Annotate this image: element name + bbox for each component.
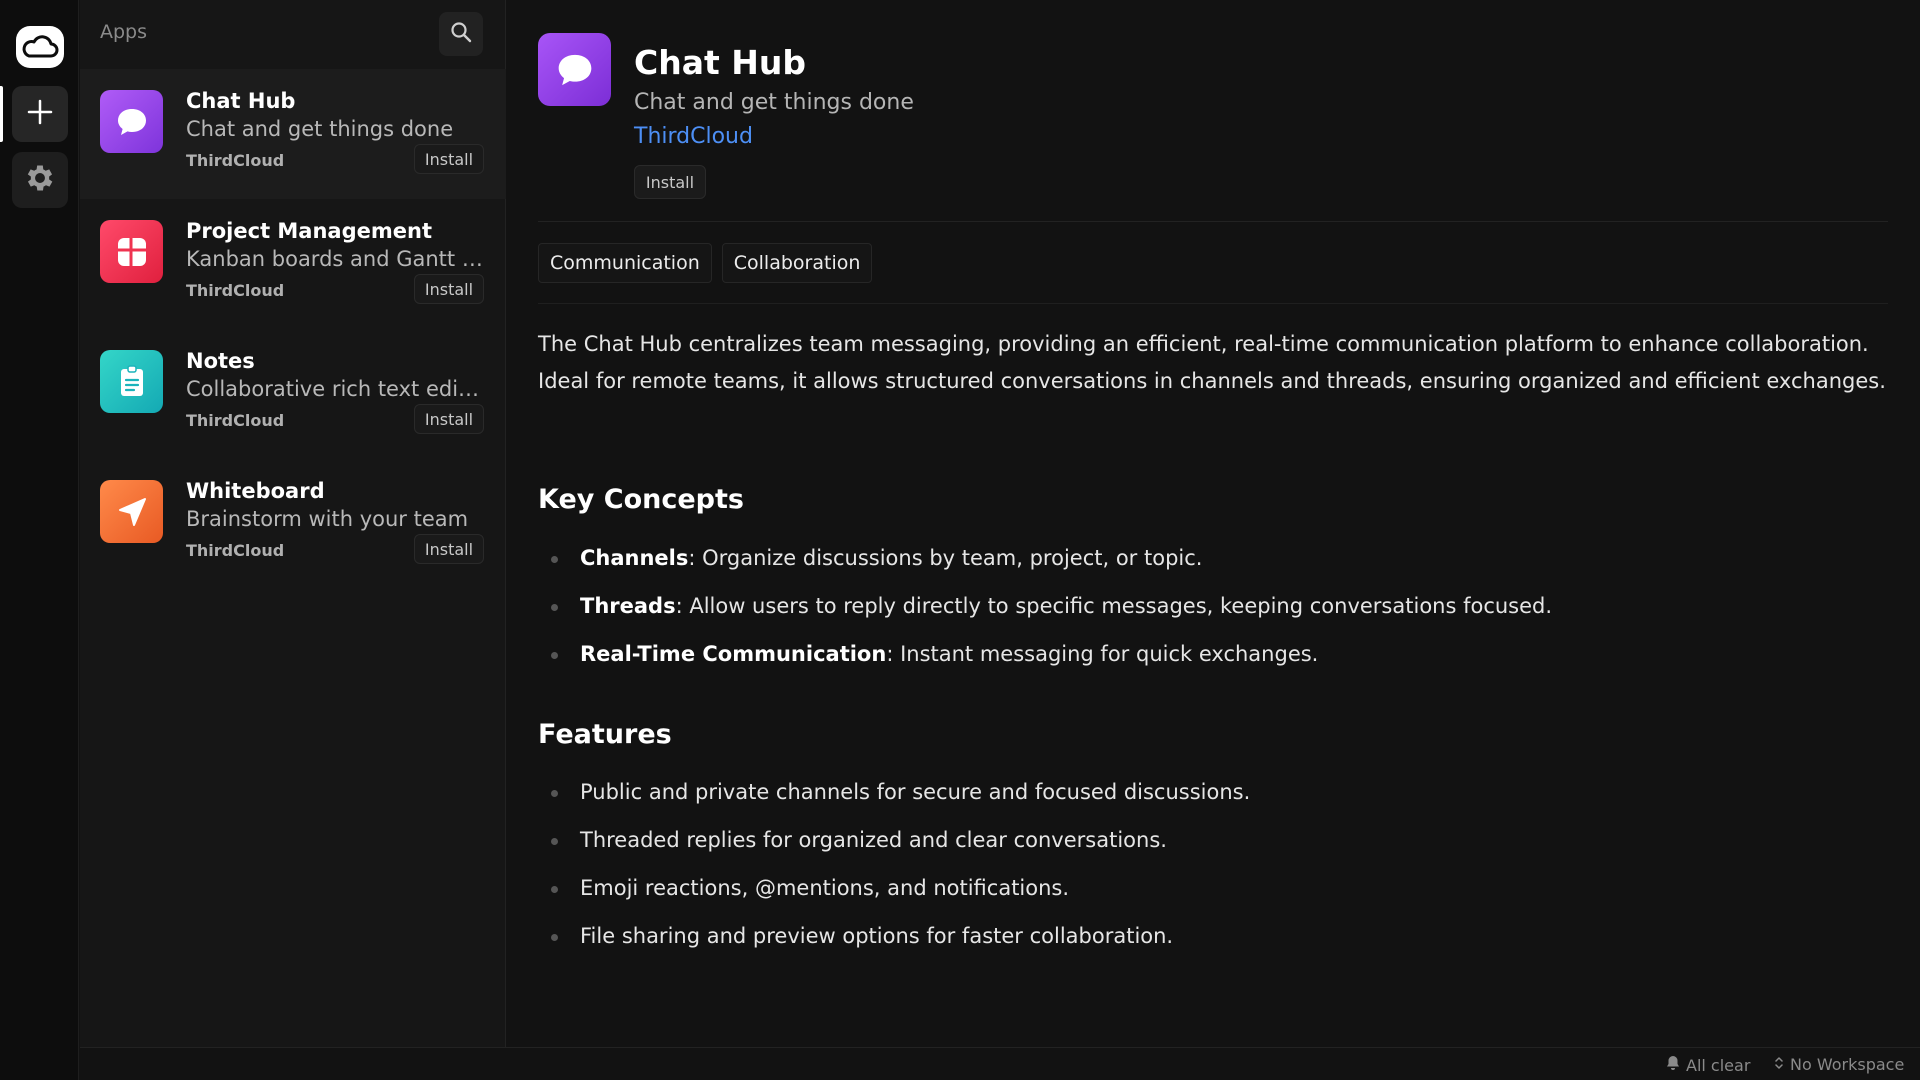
workspace-selector[interactable]: No Workspace: [1774, 1055, 1904, 1074]
list-item: Channels: Organize discussions by team, …: [538, 543, 1888, 591]
concept-term: Channels: [580, 546, 689, 570]
apps-panel-header: Apps: [80, 0, 506, 68]
notifications-label: All clear: [1686, 1055, 1751, 1075]
icon-rail: [0, 0, 79, 1080]
apps-panel: Apps Chat Hub Chat and get things done T…: [80, 0, 506, 1047]
concept-text: : Instant messaging for quick exchanges.: [886, 642, 1319, 666]
gear-icon: [23, 161, 57, 199]
app-description: Collaborative rich text editing: [186, 377, 486, 401]
app-vendor: ThirdCloud: [186, 151, 285, 170]
app-description: Kanban boards and Gantt charts: [186, 247, 486, 271]
divider: [538, 303, 1888, 304]
list-item: File sharing and preview options for fas…: [538, 921, 1888, 969]
app-description: Brainstorm with your team: [186, 507, 469, 531]
install-button[interactable]: Install: [414, 274, 484, 304]
install-button[interactable]: Install: [414, 534, 484, 564]
search-button[interactable]: [439, 12, 483, 56]
active-indicator: [0, 86, 3, 142]
concept-term: Real-Time Communication: [580, 642, 887, 666]
plus-icon: [27, 99, 53, 129]
list-item: Emoji reactions, @mentions, and notifica…: [538, 873, 1888, 921]
concept-term: Threads: [580, 594, 676, 618]
add-button[interactable]: [12, 86, 68, 142]
list-item-notes[interactable]: Notes Collaborative rich text editing Th…: [80, 329, 506, 459]
app-name: Whiteboard: [186, 479, 325, 503]
chat-bubble-icon: [100, 90, 163, 153]
app-detail: Chat Hub Chat and get things done ThirdC…: [507, 0, 1920, 1047]
key-concepts-list: Channels: Organize discussions by team, …: [538, 543, 1888, 687]
app-subtitle: Chat and get things done: [634, 90, 914, 115]
install-button[interactable]: Install: [414, 144, 484, 174]
app-description-text: The Chat Hub centralizes team messaging,…: [538, 332, 1886, 393]
tag-list: Communication Collaboration: [538, 243, 873, 283]
status-bar: All clear No Workspace: [80, 1047, 1920, 1080]
app-name: Notes: [186, 349, 255, 373]
install-button[interactable]: Install: [634, 165, 706, 199]
app-title: Chat Hub: [634, 43, 806, 82]
list-item: Public and private channels for secure a…: [538, 777, 1888, 825]
notifications-status[interactable]: All clear: [1666, 1055, 1750, 1075]
app-description: Chat and get things done: [186, 117, 454, 141]
list-item: Real-Time Communication: Instant messagi…: [538, 639, 1888, 687]
bell-icon: [1666, 1055, 1680, 1075]
chat-bubble-icon: [538, 33, 611, 106]
concept-text: : Organize discussions by team, project,…: [688, 546, 1203, 570]
features-list: Public and private channels for secure a…: [538, 777, 1888, 969]
concept-text: : Allow users to reply directly to speci…: [675, 594, 1553, 618]
app-name: Project Management: [186, 219, 432, 243]
app-vendor: ThirdCloud: [186, 411, 285, 430]
tag-collaboration[interactable]: Collaboration: [721, 243, 873, 283]
note-icon: [100, 350, 163, 413]
key-concepts-heading: Key Concepts: [538, 484, 744, 515]
cloud-icon[interactable]: [12, 19, 68, 75]
divider: [538, 221, 1888, 222]
app-name: Chat Hub: [186, 89, 296, 113]
list-item-chat-hub[interactable]: Chat Hub Chat and get things done ThirdC…: [80, 69, 506, 199]
grid-icon: [100, 220, 163, 283]
vendor-link[interactable]: ThirdCloud: [634, 124, 753, 149]
app-vendor: ThirdCloud: [186, 281, 285, 300]
list-item: Threads: Allow users to reply directly t…: [538, 591, 1888, 639]
workspace-label: No Workspace: [1790, 1055, 1905, 1074]
panel-title: Apps: [100, 21, 148, 43]
tag-communication[interactable]: Communication: [538, 243, 712, 283]
list-item-whiteboard[interactable]: Whiteboard Brainstorm with your team Thi…: [80, 459, 506, 589]
send-arrow-icon: [100, 480, 163, 543]
list-item: Threaded replies for organized and clear…: [538, 825, 1888, 873]
list-item-project-management[interactable]: Project Management Kanban boards and Gan…: [80, 199, 506, 329]
chevron-updown-icon: [1774, 1055, 1784, 1074]
search-icon: [450, 21, 472, 47]
features-heading: Features: [538, 719, 672, 750]
install-button[interactable]: Install: [414, 404, 484, 434]
settings-button[interactable]: [12, 152, 68, 208]
app-vendor: ThirdCloud: [186, 541, 285, 560]
